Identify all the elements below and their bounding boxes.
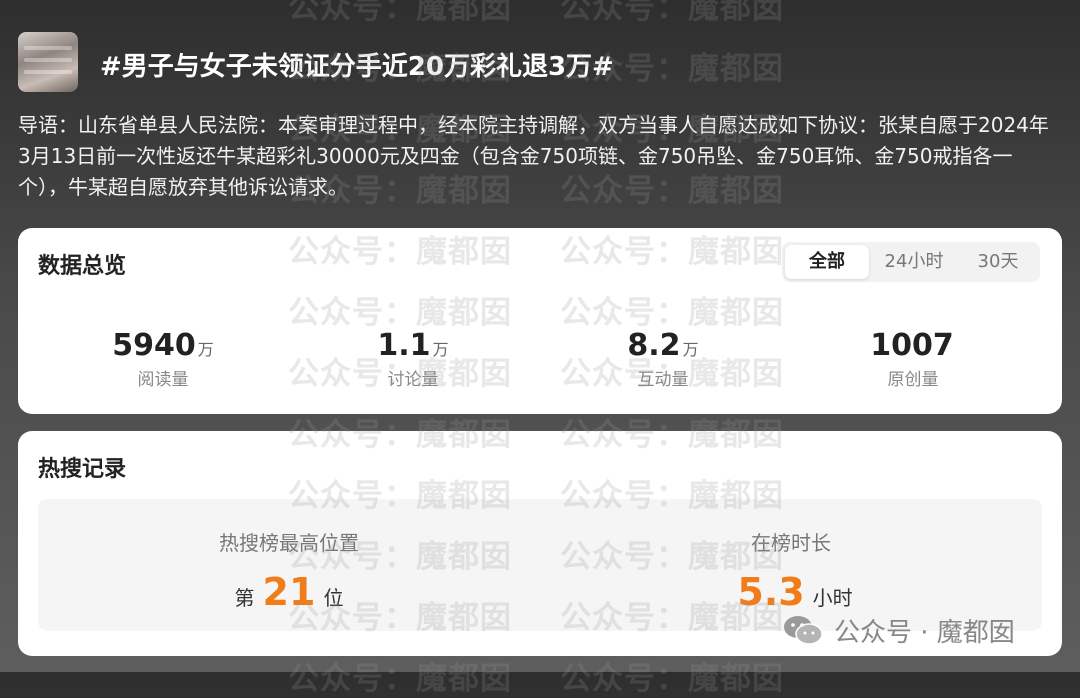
stat-value: 5940 [112, 328, 196, 363]
wechat-account-badge: 公众号 · 魔都囡 [782, 610, 1015, 650]
watermark-text: 公众号：魔都囡 [288, 0, 512, 26]
duration-number: 5.3 [737, 570, 805, 614]
stat-original: 1007 原创量 [788, 328, 1038, 390]
time-range-tabs: 全部 24小时 30天 [782, 242, 1040, 282]
stat-unit: 万 [197, 340, 214, 359]
stat-value: 8.2 [627, 328, 681, 363]
duration: 在榜时长 5.3 小时 [540, 527, 1042, 614]
peak-rank-value-row: 第 21 位 [38, 570, 540, 614]
topic-header: #男子与女子未领证分手近20万彩礼退3万# [18, 32, 1058, 94]
topic-title: #男子与女子未领证分手近20万彩礼退3万# [100, 52, 614, 82]
watermark-text: 公众号：魔都囡 [560, 0, 784, 26]
topic-thumbnail[interactable] [18, 32, 78, 92]
peak-rank-label: 热搜榜最高位置 [219, 531, 359, 555]
data-overview-card: 数据总览 全部 24小时 30天 5940 万 阅读量 1.1 万 讨论量 8.2 万… [18, 228, 1062, 414]
tab-24h[interactable]: 24小时 [872, 242, 956, 282]
stat-label: 原创量 [887, 370, 939, 390]
stat-label: 互动量 [637, 370, 689, 390]
wechat-account-name: 公众号 · 魔都囡 [834, 617, 1015, 648]
stat-discuss: 1.1 万 讨论量 [288, 328, 538, 390]
duration-value-row: 5.3 小时 [540, 570, 1042, 614]
tab-all[interactable]: 全部 [785, 245, 869, 279]
stat-unit: 万 [682, 340, 699, 359]
tab-30d[interactable]: 30天 [956, 242, 1040, 282]
stat-value: 1.1 [377, 328, 431, 363]
stat-value: 1007 [870, 328, 954, 363]
duration-suffix: 小时 [812, 586, 853, 610]
stat-read: 5940 万 阅读量 [38, 328, 288, 390]
stat-interact: 8.2 万 互动量 [538, 328, 788, 390]
wechat-icon [784, 616, 823, 645]
watermark-text: 公众号：魔都囡 [560, 661, 784, 697]
stat-label: 讨论量 [387, 370, 439, 390]
stats-row: 5940 万 阅读量 1.1 万 讨论量 8.2 万 互动量 1007 原创量 [18, 328, 1018, 398]
stat-label: 阅读量 [137, 370, 189, 390]
topic-intro: 导语：山东省单县人民法院：本案审理过程中，经本院主持调解，双方当事人自愿达成如下… [18, 113, 1049, 199]
duration-label: 在榜时长 [751, 531, 831, 555]
watermark-text: 公众号：魔都囡 [288, 661, 512, 697]
overview-title: 数据总览 [38, 254, 127, 279]
rank-number: 21 [262, 570, 316, 614]
stat-unit: 万 [432, 340, 449, 359]
rank-prefix: 第 [234, 586, 255, 610]
peak-rank: 热搜榜最高位置 第 21 位 [38, 527, 540, 614]
hot-search-title: 热搜记录 [38, 457, 127, 482]
rank-suffix: 位 [323, 586, 344, 610]
